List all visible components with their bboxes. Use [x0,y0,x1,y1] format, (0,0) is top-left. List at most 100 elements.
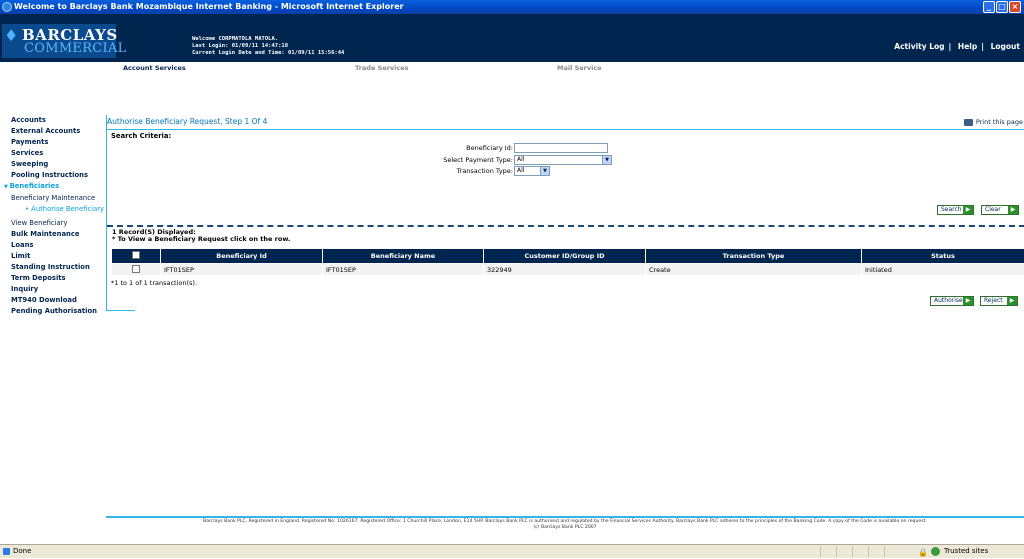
cell-beneficiary-id[interactable]: IFT01SEP [161,264,323,276]
nav-standing-instruction[interactable]: Standing Instruction [11,262,106,273]
nav-inquiry[interactable]: Inquiry [11,284,106,295]
close-icon[interactable]: × [1009,1,1021,13]
page-title: Authorise Beneficiary Request, Step 1 Of… [107,117,267,126]
column-beneficiary-name[interactable]: Beneficiary Name [323,249,484,264]
trusted-sites-icon [931,547,940,556]
reject-button[interactable]: Reject ▶ [980,296,1018,306]
column-customer-id[interactable]: Customer ID/Group ID [484,249,646,264]
nav-beneficiaries-label: Beneficiaries [10,182,60,190]
nav-beneficiaries[interactable]: ▼ Beneficiaries [4,181,106,193]
authorise-button-label: Authorise [934,297,963,304]
nav-loans[interactable]: Loans [11,240,106,251]
activity-log-link[interactable]: Activity Log [894,42,944,51]
top-links: Activity Log | Help | Logout [892,42,1022,51]
reject-button-label: Reject [984,297,1003,304]
nav-term-deposits[interactable]: Term Deposits [11,273,106,284]
footer-copyright: (c) Barclays Bank PLC 2007 [106,525,1024,531]
barclays-logo[interactable]: ♦ BARCLAYS COMMERCIAL [2,24,116,58]
payment-type-row: Select Payment Type: All ▼ [107,155,1024,165]
records-hint-text: * To View a Beneficiary Request click on… [112,236,290,243]
page-done-icon [3,548,10,555]
clear-button-label: Clear [985,206,1001,213]
footer-divider [106,516,1024,518]
cell-status[interactable]: Initiated [862,264,1024,276]
tab-mail-service[interactable]: Mail Service [557,64,602,72]
payment-type-select[interactable]: All ▼ [514,155,612,165]
arrow-right-icon: ▶ [1007,297,1017,305]
welcome-text: Welcome CORPMATOLA MATOLA. [192,36,344,43]
cell-customer-id[interactable]: 322949 [484,264,646,276]
tab-account-services[interactable]: Account Services [123,64,186,72]
select-all-header [112,249,161,264]
row-checkbox[interactable] [132,265,140,273]
minimize-icon[interactable]: _ [983,1,995,13]
nav-services[interactable]: Services [11,148,106,159]
records-info: 1 Record(S) Displayed: * To View a Benef… [112,229,290,243]
nav-pooling-instructions[interactable]: Pooling Instructions [11,170,106,181]
link-separator: | [949,42,952,51]
service-tabs: Account Services Trade Services Mail Ser… [0,64,1024,74]
nav-external-accounts[interactable]: External Accounts [11,126,106,137]
chevron-down-icon[interactable]: ▼ [602,156,611,164]
table-row[interactable]: IFT01SEP IFT01SEP 322949 Create Initiate… [112,264,1024,276]
chevron-down-icon[interactable]: ▼ [540,167,549,175]
nav-sweeping[interactable]: Sweeping [11,159,106,170]
status-segment [852,546,866,557]
beneficiary-id-label: Beneficiary Id: [466,144,513,152]
nav-bulk-maintenance[interactable]: Bulk Maintenance [11,229,106,240]
transactions-summary: *1 to 1 of 1 transaction(s). [111,279,197,287]
status-segment [836,546,850,557]
nav-limit[interactable]: Limit [11,251,106,262]
transaction-type-row: Transaction Type: All ▼ [107,166,1024,176]
main-content: Authorise Beneficiary Request, Step 1 Of… [106,115,1024,311]
window-title: Welcome to Barclays Bank Mozambique Inte… [14,2,404,11]
link-separator: | [981,42,984,51]
nav-view-beneficiary[interactable]: View Beneficiary [11,218,106,229]
payment-type-label: Select Payment Type: [443,156,513,164]
beneficiary-id-row: Beneficiary Id: [107,143,1024,153]
transaction-type-select[interactable]: All ▼ [514,166,550,176]
security-zone-text: Trusted sites [944,545,988,557]
search-button[interactable]: Search▶ [937,205,974,215]
column-status[interactable]: Status [862,249,1024,264]
nav-accounts[interactable]: Accounts [11,115,106,126]
nav-beneficiary-maintenance[interactable]: Beneficiary Maintenance [11,193,106,204]
column-transaction-type[interactable]: Transaction Type [646,249,862,264]
site-header: ♦ BARCLAYS COMMERCIAL Welcome CORPMATOLA… [0,14,1024,62]
row-checkbox-cell [112,264,161,276]
select-all-checkbox[interactable] [132,251,140,259]
maximize-icon[interactable]: □ [996,1,1008,13]
logout-link[interactable]: Logout [991,42,1020,51]
status-text: Done [13,545,31,557]
help-link[interactable]: Help [958,42,977,51]
nav-authorise-beneficiary[interactable]: • Authorise Beneficiary [11,204,106,215]
footer-legal: Barclays Bank PLC. Registered in England… [106,519,1024,531]
column-beneficiary-id[interactable]: Beneficiary Id [161,249,323,264]
payment-type-value: All [517,156,524,163]
current-login-text: Current Login Date and Time: 01/09/11 15… [192,50,344,57]
nav-mt940-download[interactable]: MT940 Download [11,295,106,306]
search-button-label: Search [941,206,962,213]
tab-trade-services[interactable]: Trade Services [355,64,409,72]
clear-button[interactable]: Clear▶ [981,205,1019,215]
ie-icon [2,2,12,12]
section-divider [107,225,1024,227]
nav-payments[interactable]: Payments [11,137,106,148]
logo-text-commercial: COMMERCIAL [24,41,127,56]
cell-transaction-type[interactable]: Create [646,264,862,276]
arrow-right-icon: ▶ [963,206,973,214]
cell-beneficiary-name[interactable]: IFT01SEP [323,264,484,276]
lock-icon: 🔒 [918,547,928,559]
status-segment [884,546,912,557]
authorise-button[interactable]: Authorise▶ [930,296,974,306]
print-page-link[interactable]: Print this page [964,118,1023,126]
status-segment [868,546,882,557]
print-page-label: Print this page [976,118,1023,126]
beneficiary-requests-table: Beneficiary Id Beneficiary Name Customer… [111,248,1024,276]
transaction-type-label: Transaction Type: [457,167,513,175]
table-header-row: Beneficiary Id Beneficiary Name Customer… [112,249,1024,264]
nav-pending-authorisation[interactable]: Pending Authorisation [11,306,106,317]
welcome-info: Welcome CORPMATOLA MATOLA. Last Login: 0… [192,36,344,57]
search-criteria-panel: Search Criteria: Beneficiary Id: Select … [107,129,1024,223]
beneficiary-id-input[interactable] [514,143,608,153]
